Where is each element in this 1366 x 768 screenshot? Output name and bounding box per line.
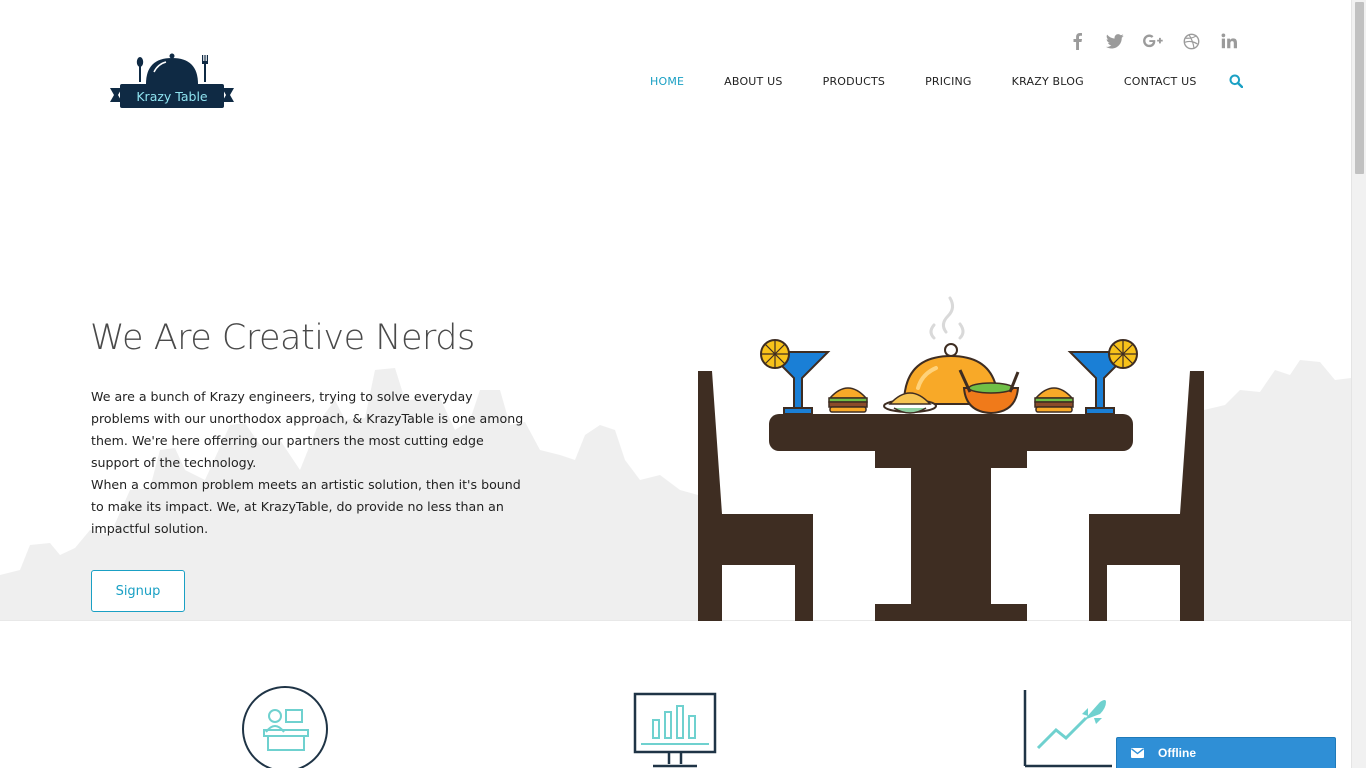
desk-icon — [242, 686, 328, 768]
mail-icon — [1131, 748, 1144, 758]
hero-paragraph-2: When a common problem meets an artistic … — [91, 477, 521, 536]
logo-text: Krazy Table — [136, 89, 208, 104]
facebook-icon[interactable] — [1058, 30, 1096, 52]
page-scrollbar[interactable] — [1351, 0, 1366, 768]
hero-paragraph-1: We are a bunch of Krazy engineers, tryin… — [91, 389, 524, 470]
scrollbar-thumb[interactable] — [1355, 2, 1364, 174]
main-nav: HOME ABOUT US PRODUCTS PRICING KRAZY BLO… — [650, 74, 1243, 88]
live-chat-offline-bar[interactable]: Offline — [1116, 737, 1336, 768]
krazy-table-logo[interactable]: Krazy Table — [108, 50, 236, 114]
twitter-icon[interactable] — [1096, 30, 1134, 52]
growth-rocket-icon — [1023, 690, 1112, 768]
nav-about-us[interactable]: ABOUT US — [724, 75, 782, 88]
chat-status-label: Offline — [1158, 746, 1196, 760]
social-links — [1058, 30, 1248, 52]
google-plus-icon[interactable] — [1134, 30, 1172, 52]
dribbble-icon[interactable] — [1172, 30, 1210, 52]
monitor-chart-icon — [633, 692, 717, 768]
nav-contact-us[interactable]: CONTACT US — [1124, 75, 1197, 88]
nav-home[interactable]: HOME — [650, 75, 684, 88]
dining-table-illustration — [698, 296, 1204, 621]
nav-products[interactable]: PRODUCTS — [823, 75, 885, 88]
nav-krazy-blog[interactable]: KRAZY BLOG — [1012, 75, 1084, 88]
hero-description: We are a bunch of Krazy engineers, tryin… — [91, 386, 531, 540]
search-icon[interactable] — [1229, 74, 1243, 88]
hero-title: We Are Creative Nerds — [90, 318, 475, 358]
signup-button[interactable]: Signup — [91, 570, 185, 612]
linkedin-icon[interactable] — [1210, 30, 1248, 52]
nav-pricing[interactable]: PRICING — [925, 75, 972, 88]
